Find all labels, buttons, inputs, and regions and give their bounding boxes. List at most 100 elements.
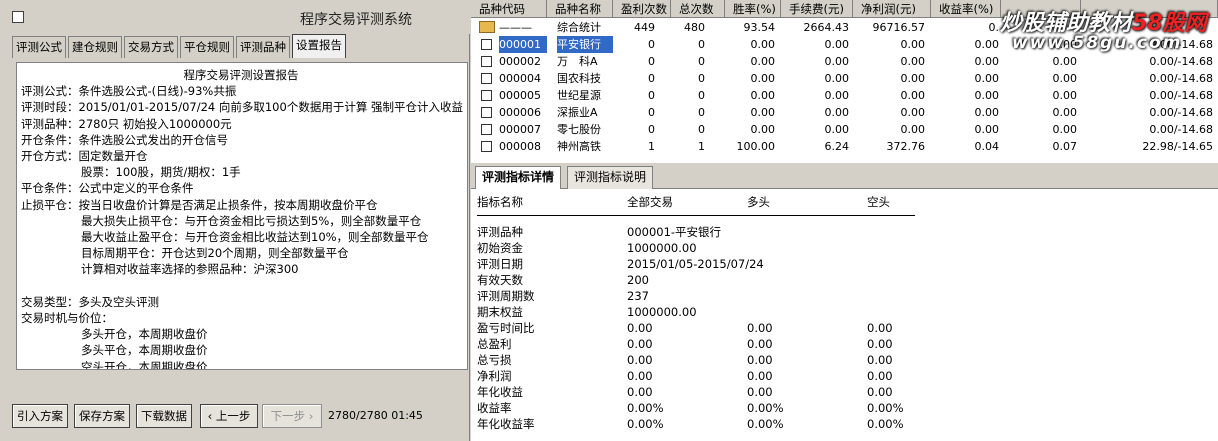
indicator-cell: 0.00 [627,369,653,383]
col-header-name[interactable]: 品种名称 [547,0,613,18]
indicator-cell: 评测周期数 [477,289,535,303]
indicator-cell: 0.00% [747,401,784,415]
report-textbox[interactable]: 程序交易评测设置报告 评测公式：条件选股公式-(日线)-93%共振 评测时段：2… [16,62,468,370]
cell-total: 0 [698,123,705,136]
cell-code: 000002 [499,55,541,68]
indicator-row: 初始资金 1000000.00 [477,240,1197,256]
cell-rate: 93.54 [743,21,776,34]
settings-panel: 程序交易评测系统 评测公式 建仓规则 交易方式 平仓规则 评测品种 设置报告 程… [0,0,470,441]
cell-c10: 0.00/-14.68 [1149,55,1213,68]
row-checkbox[interactable] [481,107,492,118]
indicator-cell: 0.00 [747,385,773,399]
row-checkbox[interactable] [481,124,492,135]
indicator-cell: 0.00 [627,321,653,335]
cell-rate: 0.00 [750,106,776,119]
indicator-cell: 0.00 [627,337,653,351]
tab-instruments[interactable]: 评测品种 [236,36,290,58]
row-checkbox[interactable] [481,39,492,50]
indicator-row: 总盈利 0.00 0.00 0.00 [477,336,1197,352]
cell-profit: 0.00 [900,38,926,51]
cell-name: 万 科A [557,55,598,68]
cell-code: 000004 [499,72,541,85]
cell-total: 0 [698,38,705,51]
report-line: 评测时段：2015/01/01-2015/07/24 向前多取100个数据用于计… [21,100,463,115]
table-row[interactable]: 000008 神州高铁 1 1 100.00 6.24 372.76 0.04 0.07 22.9… [471,138,1218,155]
row-checkbox[interactable] [481,73,492,84]
col-header-return[interactable]: 收益率(%) [931,0,1001,18]
tab-open-rules[interactable]: 建仓规则 [68,36,122,58]
cell-rate: 0.00 [750,89,776,102]
save-plan-button[interactable]: 保存方案 [74,404,130,428]
indicator-cell: 237 [627,289,649,303]
cell-fee: 0.00 [824,55,850,68]
report-line: 止损平仓：按当日收盘价计算是否满足止损条件，按本周期收盘价平仓 [21,197,378,212]
indicator-cell: 0.00% [627,417,664,431]
cell-total: 0 [698,72,705,85]
cell-total: 0 [698,89,705,102]
indicator-cell: 初始资金 [477,241,523,255]
row-checkbox[interactable] [481,90,492,101]
col-header-winrate[interactable]: 胜率(%) [725,0,781,18]
report-line: 最大收益止盈平仓：与开仓资金相比收益达到10%，则全部数量平仓 [81,230,429,245]
cell-rate: 0.00 [750,55,776,68]
cell-fee: 0.00 [824,123,850,136]
col-header-wins[interactable]: 盈利次数 [613,0,671,18]
report-line: 股票：100股，期货/期权：1手 [81,165,241,180]
prev-step-button[interactable]: ‹ 上一步 [200,404,258,428]
indicator-row: 有效天数 200 [477,272,1197,288]
indicator-cell: 净利润 [477,369,512,383]
cell-total: 1 [698,140,705,153]
cell-code: 000006 [499,106,541,119]
indicator-header-row: 指标名称 全部交易 多头 空头 [477,194,1197,210]
cell-rate: 100.00 [736,140,776,153]
cell-fee: 6.24 [824,140,850,153]
next-step-label: 下一步 [270,409,306,423]
tab-formula[interactable]: 评测公式 [12,36,66,58]
tab-close-rules[interactable]: 平仓规则 [180,36,234,58]
table-row[interactable]: 000004 国农科技 0 0 0.00 0.00 0.00 0.00 0.00 0.00/-14… [471,70,1218,87]
table-row[interactable]: 000005 世纪星源 0 0 0.00 0.00 0.00 0.00 0.00 0.00/-14… [471,87,1218,104]
table-row[interactable]: 000002 万 科A 0 0 0.00 0.00 0.00 0.00 0.00 0.00/-14… [471,53,1218,70]
col-header-fee[interactable]: 手续费(元) [781,0,853,18]
indicator-details: 指标名称 全部交易 多头 空头 评测品种 000001-平安银行 初始资金 10000… [471,190,1218,441]
download-data-button[interactable]: 下载数据 [136,404,192,428]
tab-indicator-details[interactable]: 评测指标详情 [475,166,562,189]
cell-name: 深振业A [557,106,598,119]
tab-indicator-help[interactable]: 评测指标说明 [567,166,654,189]
indicator-cell: 0.00 [747,369,773,383]
progress-status: 2780/2780 01:45 [328,409,423,422]
cell-total: 0 [698,106,705,119]
window-title: 程序交易评测系统 [300,12,412,28]
cell-fee: 0.00 [824,106,850,119]
row-checkbox[interactable] [481,141,492,152]
tab-report[interactable]: 设置报告 [292,34,346,58]
table-row[interactable]: 000006 深振业A 0 0 0.00 0.00 0.00 0.00 0.00 0.00/-14… [471,104,1218,121]
window-checkbox[interactable] [12,11,24,23]
col-header-profit[interactable]: 净利润(元) [853,0,931,18]
indicator-tabs: 评测指标详情 评测指标说明 [471,163,1218,189]
import-plan-button[interactable]: 引入方案 [12,404,68,428]
next-step-button[interactable]: 下一步 › [262,404,322,428]
indicator-cell: 0.00% [867,417,904,431]
table-row[interactable]: 000007 零七股份 0 0 0.00 0.00 0.00 0.00 0.00 0.00/-14… [471,121,1218,138]
cell-rate: 0.00 [750,123,776,136]
indicator-row: 净利润 0.00 0.00 0.00 [477,368,1197,384]
chevron-left-icon: ‹ [207,409,216,423]
col-header-code[interactable]: 品种代码 [471,0,547,18]
report-line: 评测公式：条件选股公式-(日线)-93%共振 [21,84,237,99]
indicator-col-short: 空头 [867,195,890,209]
indicator-cell: 评测品种 [477,225,523,239]
indicator-cell: 0.00 [867,385,893,399]
indicator-cell: 评测日期 [477,257,523,271]
cell-c10: 0.00/-14.68 [1149,72,1213,85]
row-checkbox[interactable] [481,56,492,67]
col-header-total[interactable]: 总次数 [671,0,725,18]
cell-win: 0 [648,72,655,85]
tab-trade-mode[interactable]: 交易方式 [124,36,178,58]
indicator-cell: 年化收益率 [477,417,535,431]
report-title: 程序交易评测设置报告 [183,68,299,82]
cell-ret: 0.04 [974,140,1000,153]
cell-c9: 0.00 [1052,89,1078,102]
cell-total: 480 [684,21,705,34]
cell-win: 0 [648,38,655,51]
